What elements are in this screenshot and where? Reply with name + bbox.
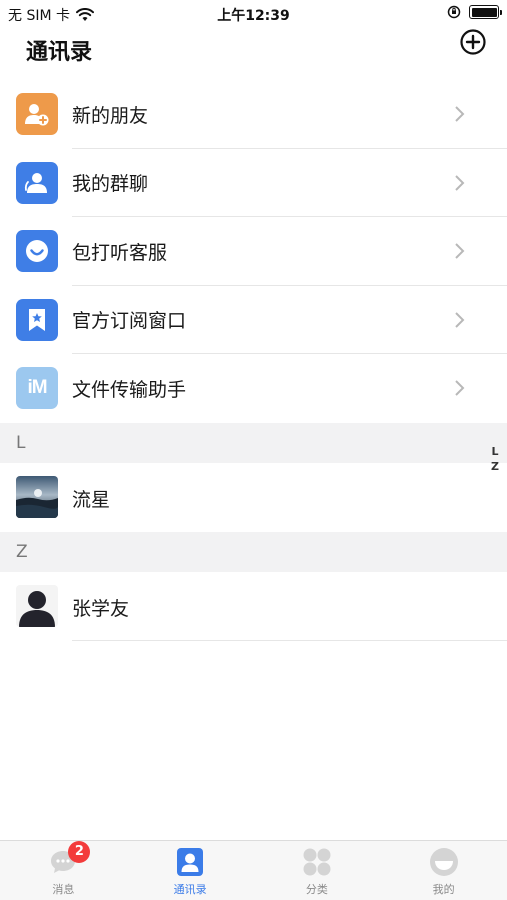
contacts-icon <box>175 847 205 877</box>
tab-profile[interactable]: 我的 <box>380 841 507 900</box>
chevron-right-icon <box>455 312 465 328</box>
menu-item-customer-service[interactable]: 包打听客服 <box>0 217 507 286</box>
menu-item-label: 官方订阅窗口 <box>72 310 187 333</box>
tab-label: 我的 <box>432 883 455 896</box>
tab-label: 通讯录 <box>173 883 207 896</box>
menu-item-group-chats[interactable]: 我的群聊 <box>0 148 507 217</box>
contact-name: 张学友 <box>72 597 130 620</box>
file-transfer-icon: iM <box>16 367 58 410</box>
new-friends-icon <box>16 93 58 136</box>
menu-item-file-transfer[interactable]: iM 文件传输助手 <box>0 354 507 423</box>
contact-name: 流星 <box>72 488 111 511</box>
menu-item-label: 文件传输助手 <box>72 378 187 401</box>
chevron-right-icon <box>455 106 465 122</box>
chevron-right-icon <box>455 175 465 191</box>
menu-item-label: 新的朋友 <box>72 104 149 127</box>
file-transfer-icon-text: iM <box>27 377 47 399</box>
message-icon: 2 <box>48 841 91 877</box>
alphabet-index-bar[interactable]: L Z <box>489 444 501 474</box>
add-contact-button[interactable] <box>459 28 487 56</box>
chevron-right-icon <box>455 380 465 396</box>
page-title: 通讯录 <box>26 40 93 65</box>
section-header-l: L <box>0 422 507 463</box>
status-bar: 无 SIM 卡 上午12:39 <box>0 0 507 28</box>
menu-item-label: 我的群聊 <box>72 173 149 196</box>
tab-label: 消息 <box>52 883 75 896</box>
nav-header: 通讯录 <box>0 28 507 80</box>
menu-item-official-subscriptions[interactable]: 官方订阅窗口 <box>0 285 507 354</box>
contact-row[interactable]: 流星 <box>0 462 507 532</box>
menu-item-label: 包打听客服 <box>72 241 168 264</box>
tab-contacts[interactable]: 通讯录 <box>127 841 254 900</box>
status-time: 上午12:39 <box>217 8 290 24</box>
category-icon <box>302 847 332 877</box>
avatar <box>16 475 58 518</box>
tab-label: 分类 <box>305 883 328 896</box>
group-chat-icon <box>16 161 58 204</box>
unread-badge: 2 <box>68 841 91 863</box>
index-letter[interactable]: Z <box>489 459 501 474</box>
battery-icon <box>469 5 502 19</box>
profile-icon <box>429 847 459 877</box>
status-right <box>447 5 502 19</box>
divider <box>72 639 507 641</box>
tab-bar: 2 消息 通讯录 分类 我的 <box>0 840 507 900</box>
subscription-icon <box>16 298 58 341</box>
customer-service-icon <box>16 230 58 273</box>
contact-row[interactable]: 张学友 <box>0 571 507 641</box>
section-header-z: Z <box>0 531 507 572</box>
menu-item-new-friends[interactable]: 新的朋友 <box>0 80 507 149</box>
avatar <box>16 584 58 627</box>
tab-messages[interactable]: 2 消息 <box>0 841 127 900</box>
index-letter[interactable]: L <box>489 444 501 459</box>
chevron-right-icon <box>455 243 465 259</box>
tab-categories[interactable]: 分类 <box>254 841 381 900</box>
contacts-list: 新的朋友 我的群聊 包打听客服 官方订阅窗口 iM 文件传输助手 L 流星 Z … <box>0 80 507 641</box>
orientation-lock-icon <box>447 5 461 19</box>
